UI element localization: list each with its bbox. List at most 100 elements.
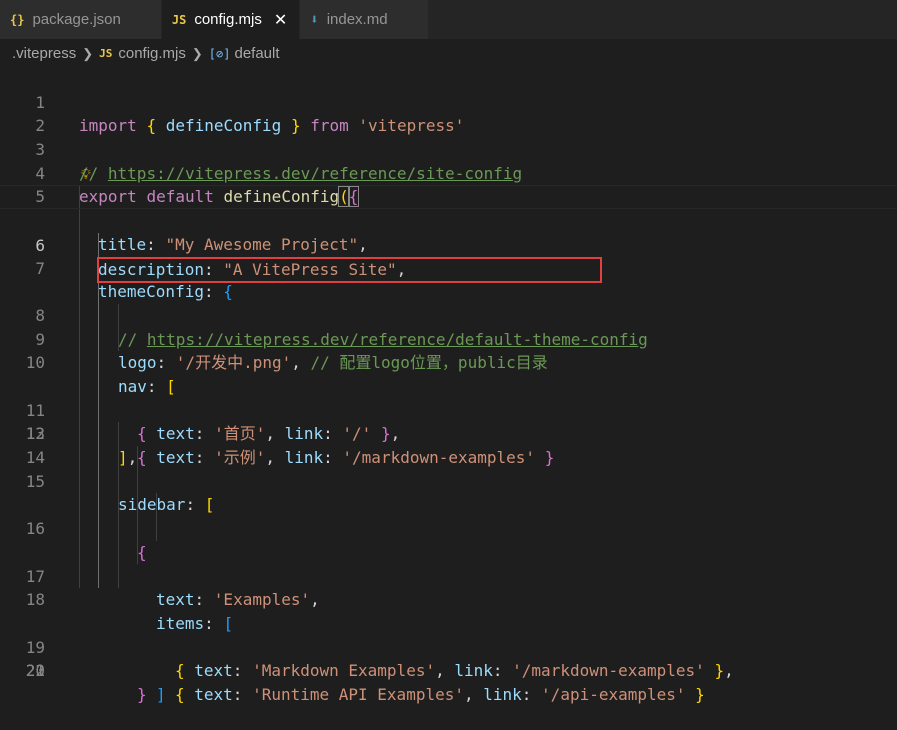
punct: : bbox=[232, 684, 253, 704]
code-line[interactable]: 12 { text: '示例', link: '/markdown-exampl… bbox=[0, 327, 897, 467]
indent-guide bbox=[118, 422, 119, 446]
punct: , bbox=[435, 661, 455, 681]
indent-guide bbox=[118, 564, 119, 589]
indent-guide bbox=[118, 517, 119, 541]
code-line[interactable]: 4 export default defineConfig({ bbox=[0, 138, 897, 208]
code-line[interactable]: 3 // https://vitepress.dev/reference/sit… bbox=[0, 114, 897, 183]
property-key: items bbox=[156, 613, 205, 633]
indent-guide bbox=[137, 540, 138, 565]
breadcrumb-file[interactable]: config.mjs bbox=[118, 45, 186, 62]
punct: , bbox=[310, 590, 320, 610]
code-line-current[interactable]: 6 description: "A VitePress Site", bbox=[0, 185, 897, 279]
tab-config-mjs[interactable]: JS config.mjs ✕ bbox=[161, 0, 301, 39]
code-line[interactable]: 15 sidebar: [ bbox=[0, 398, 897, 514]
chevron-right-icon: ❯ bbox=[191, 45, 203, 61]
code-line[interactable]: 17 text: 'Examples', bbox=[0, 446, 897, 609]
code-editor[interactable]: 1 import { defineConfig } from 'vitepres… bbox=[0, 67, 897, 704]
indent-guide bbox=[79, 256, 80, 281]
indent-guide bbox=[79, 186, 80, 209]
punct: : bbox=[492, 661, 513, 681]
indent-guide bbox=[79, 327, 80, 352]
indent-guide bbox=[79, 493, 80, 518]
breadcrumb-symbol[interactable]: default bbox=[234, 45, 279, 62]
indent-guide bbox=[79, 232, 80, 257]
indent-guide bbox=[98, 303, 99, 328]
indent-guide bbox=[118, 327, 119, 352]
indent-guide bbox=[137, 517, 138, 541]
indent-guide bbox=[98, 280, 99, 304]
lightbulb-icon[interactable]: 💡︎ bbox=[81, 164, 91, 188]
punct: , bbox=[724, 661, 734, 681]
code-line[interactable]: 18 items: [ bbox=[0, 469, 897, 633]
brace: { bbox=[175, 661, 195, 681]
code-line[interactable]: 2 bbox=[0, 91, 897, 135]
punct: : bbox=[232, 661, 253, 681]
indent-guide bbox=[79, 374, 80, 399]
tab-index-md[interactable]: ⬇ index.md bbox=[300, 0, 429, 39]
indent-guide bbox=[79, 303, 80, 328]
indent-guide bbox=[118, 446, 119, 470]
string-literal: 'Examples' bbox=[213, 590, 311, 610]
breadcrumb: .vitepress ❯ JS config.mjs ❯ [⊘] default bbox=[0, 39, 897, 68]
property-key: text bbox=[156, 590, 195, 610]
tab-package-json[interactable]: {} package.json bbox=[0, 0, 162, 39]
brace: } bbox=[685, 684, 705, 704]
property-key: link bbox=[454, 661, 493, 681]
code-line[interactable]: 20 { text: 'Runtime API Examples', link:… bbox=[0, 517, 897, 704]
indent-guide bbox=[79, 446, 80, 470]
line-number: 22 bbox=[25, 661, 45, 681]
code-line[interactable]: 11 { text: '首页', link: '/' }, bbox=[0, 303, 897, 443]
breadcrumb-folder[interactable]: .vitepress bbox=[12, 45, 76, 62]
indent-guide bbox=[79, 564, 80, 589]
code-line[interactable]: 21 ] bbox=[0, 540, 897, 704]
code-line[interactable]: 8 // https://vitepress.dev/reference/def… bbox=[0, 232, 897, 349]
property-key: link bbox=[483, 684, 522, 704]
code-line[interactable]: 16 { bbox=[0, 422, 897, 562]
code-line[interactable]: 1 import { defineConfig } from 'vitepres… bbox=[0, 67, 897, 136]
bracket: ] bbox=[156, 684, 166, 704]
indent-guide bbox=[98, 469, 99, 494]
chevron-right-icon: ❯ bbox=[82, 45, 94, 61]
tab-bar: {} package.json JS config.mjs ✕ ⬇ index.… bbox=[0, 0, 897, 39]
brace: } bbox=[704, 661, 725, 681]
punct: , bbox=[463, 684, 484, 704]
indent-guide bbox=[98, 232, 99, 257]
string-literal: 'Runtime API Examples' bbox=[252, 684, 464, 704]
indent-guide bbox=[98, 374, 99, 399]
code-line[interactable]: 19 { text: 'Markdown Examples', link: '/… bbox=[0, 493, 897, 680]
indent-guide bbox=[118, 493, 119, 518]
code-line[interactable]: 5 💡︎ title: "My Awesome Project", bbox=[0, 162, 897, 254]
indent-guide bbox=[137, 446, 138, 470]
punct: : bbox=[204, 613, 224, 633]
indent-guide bbox=[98, 327, 99, 352]
bracket: [ bbox=[223, 613, 234, 633]
indent-guide bbox=[137, 469, 138, 494]
variable-symbol-icon: [⊘] bbox=[208, 46, 231, 61]
indent-guide bbox=[79, 422, 80, 446]
indent-guide bbox=[79, 209, 80, 233]
indent-guide bbox=[98, 540, 99, 565]
indent-guide bbox=[98, 351, 99, 375]
indent-guide bbox=[79, 398, 80, 423]
indent-guide bbox=[79, 280, 80, 304]
code-line[interactable]: 14 bbox=[0, 374, 897, 467]
string-literal: '/api-examples' bbox=[541, 684, 686, 704]
punct: : bbox=[521, 684, 542, 704]
tab-label: config.mjs bbox=[194, 11, 262, 28]
indent-guide bbox=[79, 517, 80, 541]
brace: } bbox=[137, 684, 147, 704]
indent-guide bbox=[79, 469, 80, 494]
code-line[interactable]: 22 } bbox=[0, 564, 897, 704]
indent-guide bbox=[98, 398, 99, 423]
property-key: text bbox=[194, 684, 233, 704]
close-icon[interactable]: ✕ bbox=[274, 10, 287, 30]
markdown-file-icon: ⬇ bbox=[310, 11, 319, 28]
tab-label: index.md bbox=[326, 11, 388, 28]
indent-guide bbox=[156, 493, 157, 518]
punct: : bbox=[194, 590, 214, 610]
indent-guide bbox=[79, 540, 80, 565]
code-line[interactable]: 10 nav: [ bbox=[0, 280, 897, 396]
code-line[interactable]: 7 themeConfig: { bbox=[0, 209, 897, 301]
brace: { bbox=[175, 684, 195, 704]
code-line[interactable]: 13 ], bbox=[0, 351, 897, 467]
